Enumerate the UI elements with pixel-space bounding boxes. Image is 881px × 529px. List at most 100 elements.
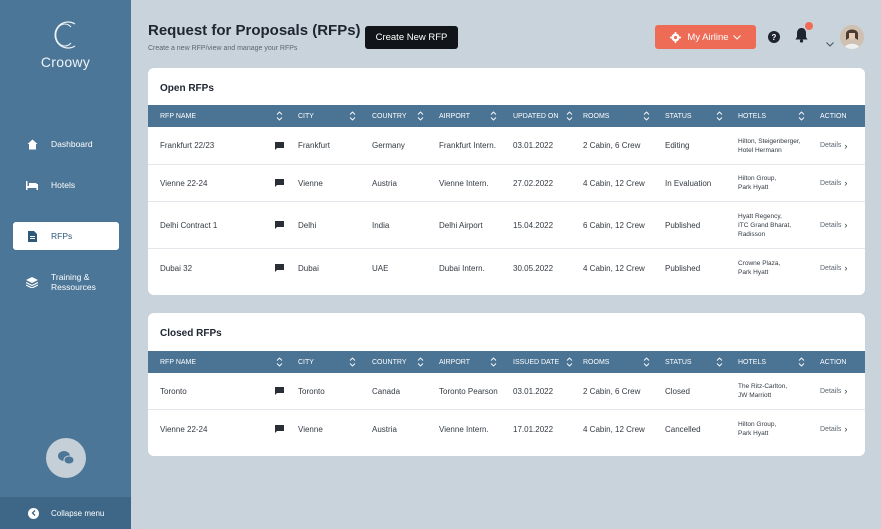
sort-icon[interactable] [716, 356, 723, 368]
sidebar-item-label: Training & Ressources [51, 272, 96, 292]
col-action: ACTION [820, 358, 847, 366]
chevron-right-icon: › [844, 178, 848, 188]
rooms: 4 Cabin, 12 Crew [583, 263, 645, 273]
details-link[interactable]: Details › [820, 165, 847, 201]
table-row[interactable]: Vienne 22-24 Vienne Austria Vienne Inter… [148, 165, 865, 202]
sidebar: Croowy Dashboard Hotels RFPs Training & … [0, 0, 131, 529]
sidebar-item-label: Hotels [51, 180, 76, 190]
brand-logo[interactable]: Croowy [0, 18, 131, 70]
sort-icon[interactable] [490, 356, 497, 368]
sort-icon[interactable] [349, 356, 356, 368]
comment-icon[interactable] [275, 165, 284, 201]
page-title: Request for Proposals (RFPs) [148, 22, 361, 39]
col-rfp-name: RFP NAME [160, 358, 197, 366]
city: Vienne [298, 178, 323, 188]
chevron-right-icon: › [844, 140, 848, 151]
chat-button[interactable] [46, 438, 86, 478]
country: Germany [372, 141, 405, 150]
airport: Delhi Airport [439, 220, 483, 230]
col-hotels: HOTELS [738, 358, 767, 366]
comment-icon[interactable] [275, 202, 284, 248]
details-link[interactable]: Details › [820, 202, 847, 248]
closed-rfps-header-row: RFP NAME CITY COUNTRY AIRPORT ISSUED DAT… [148, 351, 865, 373]
hotels: Hilton Group, Park Hyatt [738, 410, 776, 448]
hotel-line: Crowne Plaza, [738, 260, 781, 267]
col-rooms: ROOMS [583, 112, 610, 120]
closed-rfps-title: Closed RFPs [160, 328, 222, 339]
rfp-name: Vienne 22-24 [160, 178, 208, 188]
sidebar-item-dashboard[interactable]: Dashboard [13, 130, 119, 158]
country: Austria [372, 424, 397, 434]
sort-icon[interactable] [798, 356, 805, 368]
col-status: STATUS [665, 112, 692, 120]
sort-icon[interactable] [643, 356, 650, 368]
col-airport: AIRPORT [439, 358, 470, 366]
updated-on: 27.02.2022 [513, 178, 554, 188]
hotels: Hilton, Steigenberger, Hotel Hermann [738, 127, 801, 164]
my-airline-button[interactable]: My Airline [655, 25, 756, 49]
comment-icon[interactable] [275, 127, 284, 164]
sort-icon[interactable] [490, 110, 497, 122]
sort-icon[interactable] [716, 110, 723, 122]
col-country: COUNTRY [372, 112, 407, 120]
sort-icon[interactable] [798, 110, 805, 122]
details-link[interactable]: Details › [820, 410, 847, 448]
col-rfp-name: RFP NAME [160, 112, 197, 120]
avatar[interactable] [840, 25, 864, 49]
sidebar-item-rfps[interactable]: RFPs [13, 222, 119, 250]
details-label: Details [820, 221, 842, 229]
hotel-line: Hilton Group, [738, 421, 777, 428]
sidebar-item-training[interactable]: Training & Ressources [13, 268, 119, 296]
comment-icon[interactable] [275, 410, 284, 448]
chevron-right-icon: › [844, 424, 848, 434]
sidebar-item-hotels[interactable]: Hotels [13, 171, 119, 199]
closed-rfps-card: Closed RFPs RFP NAME CITY COUNTRY AIRPOR… [148, 313, 865, 456]
details-link[interactable]: Details › [820, 127, 847, 164]
collapse-menu-button[interactable]: Collapse menu [0, 497, 131, 529]
sort-icon[interactable] [417, 110, 424, 122]
rfp-name: Frankfurt 22/23 [160, 141, 215, 150]
details-link[interactable]: Details › [820, 249, 847, 287]
notification-badge [805, 22, 813, 30]
sidebar-item-label-line1: Training & [51, 272, 90, 282]
sort-icon[interactable] [643, 110, 650, 122]
bell-icon[interactable] [795, 27, 808, 48]
hotels: The Ritz-Carlton, JW Marriott [738, 373, 787, 409]
sort-icon[interactable] [566, 356, 573, 368]
table-row[interactable]: Dubai 32 Dubai UAE Dubai Intern. 30.05.2… [148, 249, 865, 287]
rooms: 4 Cabin, 12 Crew [583, 424, 645, 434]
hotel-line: Radisson [738, 230, 766, 238]
help-icon[interactable]: ? [768, 31, 780, 43]
table-row[interactable]: Frankfurt 22/23 Frankfurt Germany Frankf… [148, 127, 865, 165]
sort-icon[interactable] [349, 110, 356, 122]
table-row[interactable]: Delhi Contract 1 Delhi India Delhi Airpo… [148, 202, 865, 249]
sidebar-item-label: Dashboard [51, 139, 93, 149]
comment-icon[interactable] [275, 373, 284, 409]
collapse-menu-label: Collapse menu [51, 508, 105, 518]
sort-icon[interactable] [276, 356, 283, 368]
col-airport: AIRPORT [439, 112, 470, 120]
table-row[interactable]: Vienne 22-24 Vienne Austria Vienne Inter… [148, 410, 865, 448]
details-label: Details [820, 387, 842, 395]
rooms: 6 Cabin, 12 Crew [583, 220, 645, 230]
chevron-right-icon: › [844, 263, 848, 273]
hotel-line: Hyatt Regency, [738, 212, 782, 220]
status: Published [665, 220, 701, 230]
details-link[interactable]: Details › [820, 373, 847, 409]
status: Cancelled [665, 424, 701, 434]
chevron-down-icon[interactable] [826, 34, 834, 52]
comment-icon[interactable] [275, 249, 284, 287]
airport: Dubai Intern. [439, 263, 485, 273]
hotel-line: Hilton, Steigenberger, [738, 137, 801, 145]
chevron-right-icon: › [844, 220, 848, 230]
country: India [372, 220, 390, 230]
sort-icon[interactable] [566, 110, 573, 122]
updated-on: 03.01.2022 [513, 141, 554, 150]
create-rfp-button[interactable]: Create New RFP [365, 26, 458, 49]
country: UAE [372, 263, 389, 273]
col-country: COUNTRY [372, 358, 407, 366]
sort-icon[interactable] [276, 110, 283, 122]
sidebar-item-label: RFPs [51, 231, 73, 241]
sort-icon[interactable] [417, 356, 424, 368]
table-row[interactable]: Toronto Toronto Canada Toronto Pearson 0… [148, 373, 865, 410]
